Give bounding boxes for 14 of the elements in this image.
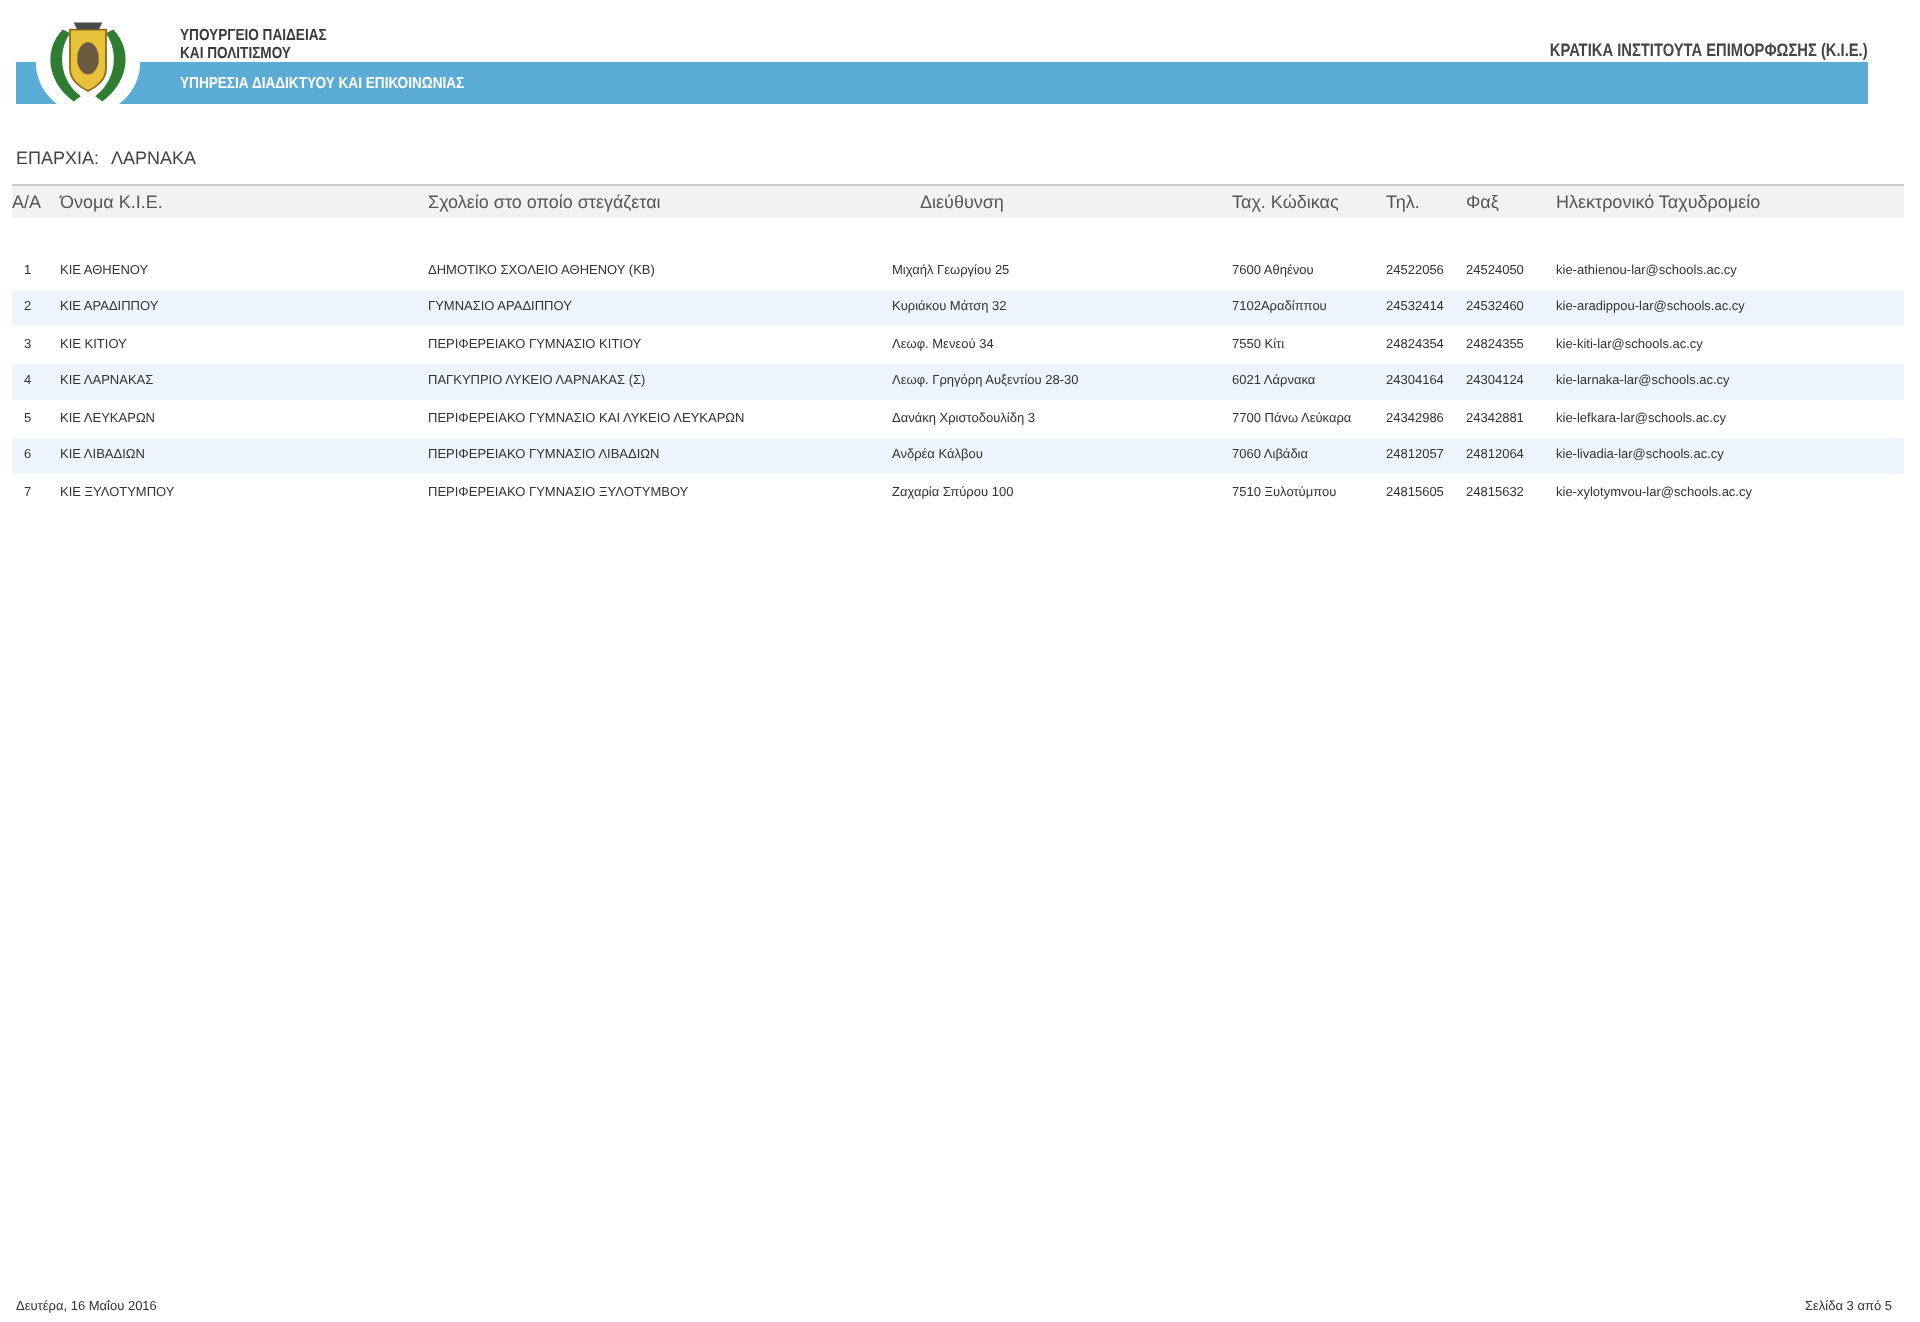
district-label: ΕΠΑΡΧΙΑ: bbox=[16, 148, 100, 168]
report-title: ΚΡΑΤΙΚΑ ΙΝΣΤΙΤΟΥΤΑ ΕΠΙΜΟΡΦΩΣΗΣ (Κ.Ι.Ε.) bbox=[1550, 40, 1868, 62]
district-value: ΛΑΡΝΑΚΑ bbox=[111, 148, 197, 168]
column-header: Φαξ bbox=[1466, 192, 1501, 212]
column-header: Ταχ. Κώδικας bbox=[1232, 192, 1341, 212]
column-header: Α/Α bbox=[12, 192, 44, 212]
column-header: Σχολείο στο οποίο στεγάζεται bbox=[428, 192, 663, 212]
column-header: Όνομα Κ.Ι.Ε. bbox=[60, 192, 165, 212]
column-header: Ηλεκτρονικό Ταχυδρομείο bbox=[1556, 192, 1763, 212]
ministry-name: ΚΑΙ ΠΟΛΙΤΙΣΜΟΥ bbox=[180, 44, 293, 62]
ministry-name: ΥΠΟΥΡΓΕΙΟ ΠΑΙΔΕΙΑΣ bbox=[180, 26, 327, 44]
column-header: Διεύθυνση bbox=[918, 192, 1006, 212]
service-name: ΥΠΗΡΕΣΙΑ ΔΙΑΔΙΚΤΥΟΥ ΚΑΙ ΕΠΙΚΟΙΝΩΝΙΑΣ bbox=[180, 74, 465, 92]
column-header: Τηλ. bbox=[1386, 192, 1422, 212]
